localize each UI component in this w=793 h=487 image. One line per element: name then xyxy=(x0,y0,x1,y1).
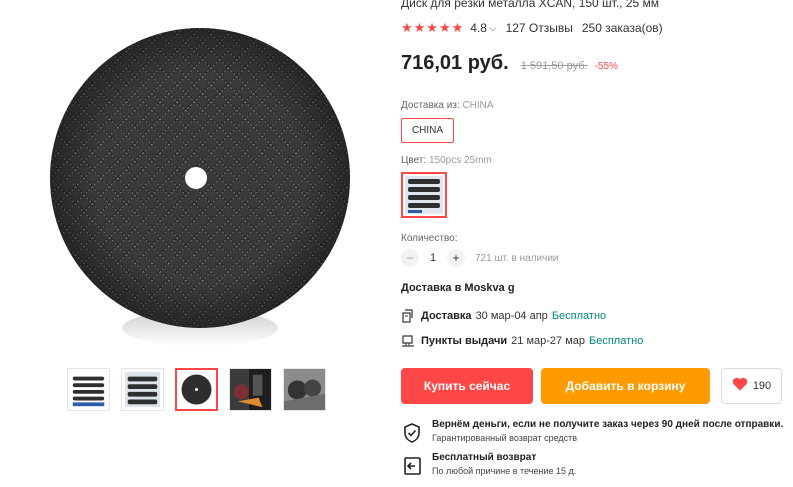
quantity-input[interactable]: 1 xyxy=(419,252,447,264)
delivery-price: Бесплатно xyxy=(551,310,607,322)
pickup-point-icon xyxy=(401,334,415,348)
ship-from-label: Доставка из: CHINA xyxy=(401,100,494,111)
gallery-thumbnail[interactable] xyxy=(283,368,326,411)
money-back-guarantee: Вернём деньги, если не получите заказ че… xyxy=(401,418,783,445)
guarantee-title: Вернём деньги, если не получите заказ че… xyxy=(432,419,784,430)
buy-now-button[interactable]: Купить сейчас xyxy=(401,368,533,404)
gallery-thumbnail[interactable] xyxy=(67,368,110,411)
gallery-thumbnail[interactable] xyxy=(121,368,164,411)
free-return-guarantee: Бесплатный возврат По любой причине в те… xyxy=(401,451,576,478)
delivery-destination[interactable]: Доставка в Moskva g xyxy=(401,282,515,294)
delivery-title: Пункты выдачи xyxy=(421,335,508,347)
guarantee-title: Бесплатный возврат xyxy=(432,452,537,463)
main-product-image[interactable] xyxy=(50,8,350,348)
quantity-increase-button[interactable]: + xyxy=(447,249,465,267)
guarantee-subtitle: Гарантированный возврат средств xyxy=(432,433,578,443)
rating-score[interactable]: 4.8 xyxy=(470,21,487,35)
orders-count: 250 заказа(ов) xyxy=(581,21,663,35)
gallery-thumbnail-active[interactable] xyxy=(175,368,218,411)
rating-row: ★★★★★ 4.8 ⌵ 127 Отзывы 250 заказа(ов) xyxy=(401,20,663,36)
color-label-text: Цвет: xyxy=(401,155,427,166)
ship-from-value: CHINA xyxy=(462,100,494,111)
wishlist-button[interactable]: 190 xyxy=(721,368,782,404)
guarantee-subtitle: По любой причине в течение 15 д. xyxy=(432,466,577,476)
delivery-title: Доставка xyxy=(421,310,472,322)
quantity-label: Количество: xyxy=(401,233,458,244)
product-title: Диск для резки металла XCAN, 150 шт., 25… xyxy=(401,0,660,10)
star-rating-icon: ★★★★★ xyxy=(401,20,465,35)
parcel-icon xyxy=(401,309,415,323)
add-to-cart-button[interactable]: Добавить в корзину xyxy=(541,368,710,404)
quantity-stepper: − 1 + 721 шт. в наличии xyxy=(401,249,559,267)
price-row: 716,01 руб. 1 591,50 руб. -55% xyxy=(401,52,618,75)
product-info-panel: Диск для резки металла XCAN, 150 шт., 25… xyxy=(401,0,793,487)
wishlist-count: 190 xyxy=(752,380,772,392)
thumbnail-strip xyxy=(67,368,326,411)
delivery-dates: 30 мар-04 апр xyxy=(475,310,548,322)
color-value: 150pcs 25mm xyxy=(428,155,492,166)
product-gallery xyxy=(0,0,390,487)
delivery-option-courier: Доставка 30 мар-04 апр Бесплатно xyxy=(401,309,606,323)
delivery-dates: 21 мар-27 мар xyxy=(511,335,585,347)
discount-badge: -55% xyxy=(594,61,618,72)
color-label: Цвет: 150pcs 25mm xyxy=(401,155,492,166)
stock-count: 721 шт. в наличии xyxy=(475,252,559,264)
purchase-actions: Купить сейчас Добавить в корзину 190 xyxy=(401,368,782,404)
quantity-decrease-button[interactable]: − xyxy=(401,249,419,267)
return-icon xyxy=(401,455,423,477)
gallery-thumbnail[interactable] xyxy=(229,368,272,411)
current-price: 716,01 руб. xyxy=(401,52,509,74)
ship-from-label-text: Доставка из: xyxy=(401,100,460,111)
shield-check-icon xyxy=(401,422,423,444)
ship-from-option-china[interactable]: CHINA xyxy=(401,118,454,143)
delivery-option-pickup: Пункты выдачи 21 мар-27 мар Бесплатно xyxy=(401,334,643,348)
old-price: 1 591,50 руб. xyxy=(520,60,588,72)
delivery-price: Бесплатно xyxy=(589,335,644,347)
chevron-down-icon[interactable]: ⌵ xyxy=(489,23,497,34)
reviews-link[interactable]: 127 Отзывы xyxy=(506,21,573,35)
color-option-swatch[interactable] xyxy=(401,172,447,218)
heart-icon xyxy=(732,377,748,396)
